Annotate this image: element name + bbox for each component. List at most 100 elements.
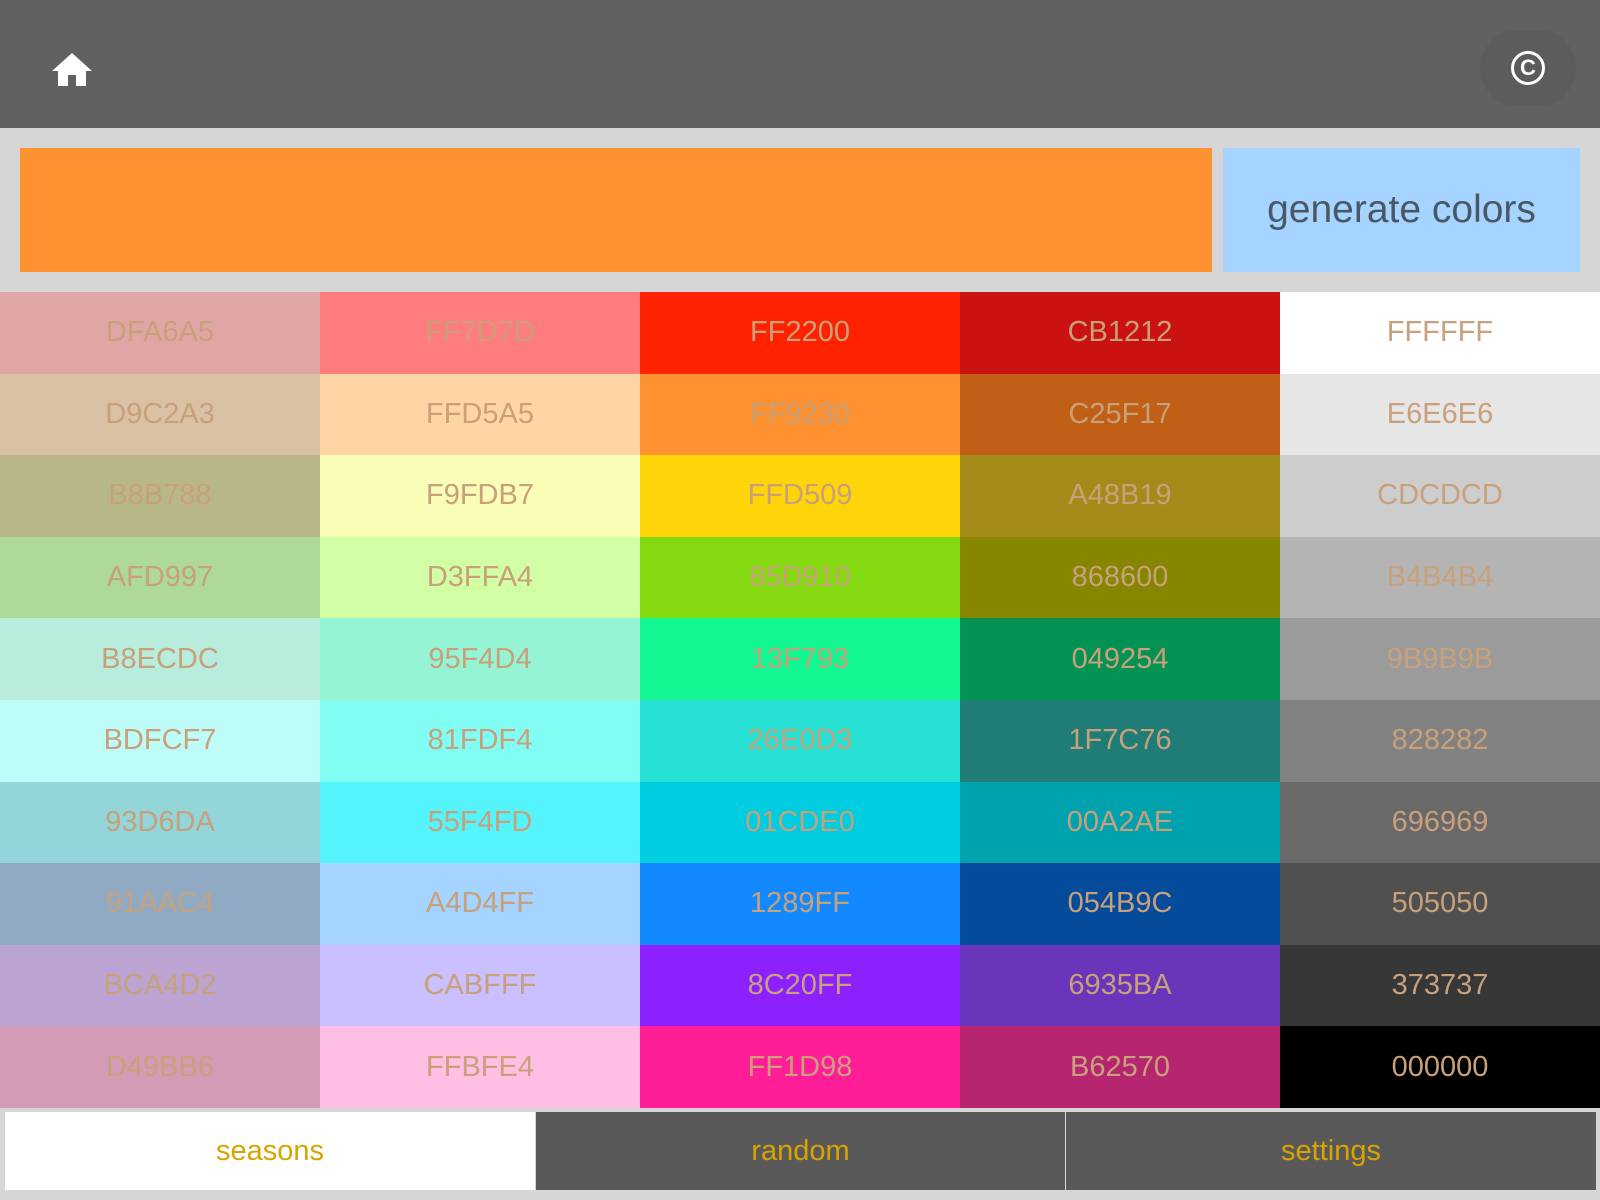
color-swatch-hex-label: B8ECDC bbox=[101, 642, 219, 675]
color-swatch-hex-label: 91AAC4 bbox=[105, 887, 214, 920]
color-swatch[interactable]: 26E0D3 bbox=[640, 699, 960, 782]
color-swatch[interactable]: FFD5A5 bbox=[320, 373, 640, 456]
home-button[interactable] bbox=[42, 44, 102, 94]
color-swatch[interactable]: C25F17 bbox=[960, 373, 1280, 456]
tab-seasons[interactable]: seasons bbox=[5, 1112, 535, 1190]
color-swatch[interactable]: 054B9C bbox=[960, 863, 1280, 945]
copyright-glyph: C bbox=[1520, 55, 1536, 80]
color-swatch[interactable]: CB1212 bbox=[960, 292, 1280, 374]
color-swatch[interactable]: 93D6DA bbox=[0, 781, 320, 864]
color-swatch[interactable]: D49BB6 bbox=[0, 1026, 320, 1108]
color-swatch-hex-label: 373737 bbox=[1391, 969, 1489, 1002]
color-swatch-hex-label: 85D910 bbox=[749, 561, 851, 594]
color-swatch[interactable]: 8C20FF bbox=[640, 944, 960, 1027]
color-swatch-hex-label: A48B19 bbox=[1068, 479, 1172, 512]
color-swatch-hex-label: CDCDCD bbox=[1377, 479, 1503, 512]
color-swatch[interactable]: B8B788 bbox=[0, 455, 320, 537]
color-swatch[interactable]: 049254 bbox=[960, 618, 1280, 700]
color-swatch-hex-label: CABFFF bbox=[423, 969, 537, 1002]
color-swatch[interactable]: F9FDB7 bbox=[320, 455, 640, 537]
tab-seasons-label: seasons bbox=[215, 1134, 324, 1167]
color-swatch-grid: DFA6A5 FF7D7D FF2200 CB1212 FFFFFF D9C2A3 FFD5… bbox=[0, 292, 1600, 1108]
tab-settings-label: settings bbox=[1281, 1134, 1381, 1167]
color-swatch[interactable]: AFD997 bbox=[0, 536, 320, 619]
color-swatch[interactable]: 13F793 bbox=[640, 618, 960, 700]
color-swatch-hex-label: 054B9C bbox=[1067, 887, 1173, 920]
color-swatch[interactable]: 505050 bbox=[1280, 863, 1600, 945]
color-swatch[interactable]: 000000 bbox=[1280, 1026, 1600, 1108]
color-swatch[interactable]: CABFFF bbox=[320, 944, 640, 1027]
color-swatch[interactable]: 85D910 bbox=[640, 536, 960, 619]
color-swatch-hex-label: D49BB6 bbox=[105, 1050, 214, 1083]
color-swatch-hex-label: 9B9B9B bbox=[1386, 642, 1494, 675]
color-preview-swatch bbox=[20, 148, 1212, 272]
tab-random[interactable]: random bbox=[536, 1112, 1065, 1190]
color-swatch-hex-label: AFD997 bbox=[106, 561, 214, 594]
color-swatch-hex-label: FFBFE4 bbox=[426, 1050, 534, 1083]
color-swatch-hex-label: 13F793 bbox=[750, 642, 850, 675]
color-swatch-hex-label: 1F7C76 bbox=[1068, 724, 1172, 757]
color-swatch[interactable]: 00A2AE bbox=[960, 781, 1280, 864]
color-swatch[interactable]: 1289FF bbox=[640, 863, 960, 945]
color-swatch[interactable]: D3FFA4 bbox=[320, 536, 640, 619]
generate-colors-label: generate colors bbox=[1267, 188, 1536, 231]
color-swatch[interactable]: E6E6E6 bbox=[1280, 373, 1600, 456]
color-swatch[interactable]: 9B9B9B bbox=[1280, 618, 1600, 700]
color-swatch[interactable]: FF2200 bbox=[640, 292, 960, 374]
color-swatch[interactable]: DFA6A5 bbox=[0, 292, 320, 374]
color-swatch-hex-label: B4B4B4 bbox=[1386, 561, 1494, 594]
tab-settings[interactable]: settings bbox=[1066, 1112, 1596, 1190]
color-swatch-hex-label: FF7D7D bbox=[425, 316, 535, 349]
color-swatch[interactable]: B4B4B4 bbox=[1280, 536, 1600, 619]
color-swatch-hex-label: 868600 bbox=[1071, 561, 1169, 594]
color-swatch-hex-label: FFFFFF bbox=[1386, 316, 1494, 349]
color-swatch-hex-label: 828282 bbox=[1391, 724, 1489, 757]
color-swatch-hex-label: 00A2AE bbox=[1066, 805, 1174, 838]
color-swatch[interactable]: D9C2A3 bbox=[0, 373, 320, 456]
color-swatch[interactable]: A48B19 bbox=[960, 455, 1280, 537]
color-swatch[interactable]: FFBFE4 bbox=[320, 1026, 640, 1108]
color-swatch[interactable]: A4D4FF bbox=[320, 863, 640, 945]
color-swatch[interactable]: 828282 bbox=[1280, 699, 1600, 782]
color-swatch[interactable]: 81FDF4 bbox=[320, 699, 640, 782]
color-swatch-hex-label: FFD509 bbox=[747, 479, 853, 512]
color-swatch[interactable]: 95F4D4 bbox=[320, 618, 640, 700]
color-swatch-hex-label: BDFCF7 bbox=[103, 724, 217, 757]
color-swatch[interactable]: BCA4D2 bbox=[0, 944, 320, 1027]
color-swatch[interactable]: 868600 bbox=[960, 536, 1280, 619]
color-swatch-hex-label: 26E0D3 bbox=[747, 724, 853, 757]
color-swatch[interactable]: FF9230 bbox=[640, 373, 960, 456]
color-swatch[interactable]: CDCDCD bbox=[1280, 455, 1600, 537]
color-swatch-hex-label: 000000 bbox=[1391, 1050, 1489, 1083]
color-swatch-hex-label: FF1D98 bbox=[747, 1050, 853, 1083]
color-swatch-hex-label: 95F4D4 bbox=[428, 642, 532, 675]
color-swatch-hex-label: E6E6E6 bbox=[1386, 397, 1494, 430]
color-swatch-hex-label: 8C20FF bbox=[747, 969, 853, 1002]
tab-random-label: random bbox=[751, 1134, 850, 1167]
color-swatch[interactable]: 373737 bbox=[1280, 944, 1600, 1027]
generate-colors-button[interactable]: generate colors bbox=[1223, 148, 1580, 272]
color-swatch-hex-label: FFD5A5 bbox=[426, 397, 534, 430]
color-swatch[interactable]: B8ECDC bbox=[0, 618, 320, 700]
copyright-button[interactable]: C bbox=[1480, 30, 1576, 106]
color-swatch-hex-label: 1289FF bbox=[750, 887, 850, 920]
color-swatch[interactable]: 55F4FD bbox=[320, 781, 640, 864]
color-swatch[interactable]: FF7D7D bbox=[320, 292, 640, 374]
bottom-tab-bar: seasons random settings bbox=[0, 1110, 1600, 1192]
color-swatch[interactable]: 91AAC4 bbox=[0, 863, 320, 945]
color-swatch[interactable]: FFFFFF bbox=[1280, 292, 1600, 374]
top-app-bar: C bbox=[0, 0, 1600, 128]
color-swatch[interactable]: 6935BA bbox=[960, 944, 1280, 1027]
color-swatch-hex-label: 6935BA bbox=[1068, 969, 1172, 1002]
color-swatch[interactable]: 696969 bbox=[1280, 781, 1600, 864]
color-swatch-hex-label: BCA4D2 bbox=[103, 969, 217, 1002]
color-swatch[interactable]: B62570 bbox=[960, 1026, 1280, 1108]
color-swatch-hex-label: 01CDE0 bbox=[745, 805, 855, 838]
color-swatch-hex-label: B8B788 bbox=[108, 479, 212, 512]
color-swatch[interactable]: FFD509 bbox=[640, 455, 960, 537]
color-swatch-hex-label: FF9230 bbox=[750, 397, 850, 430]
color-swatch[interactable]: FF1D98 bbox=[640, 1026, 960, 1108]
color-swatch[interactable]: 01CDE0 bbox=[640, 781, 960, 864]
color-swatch[interactable]: BDFCF7 bbox=[0, 699, 320, 782]
color-swatch[interactable]: 1F7C76 bbox=[960, 699, 1280, 782]
